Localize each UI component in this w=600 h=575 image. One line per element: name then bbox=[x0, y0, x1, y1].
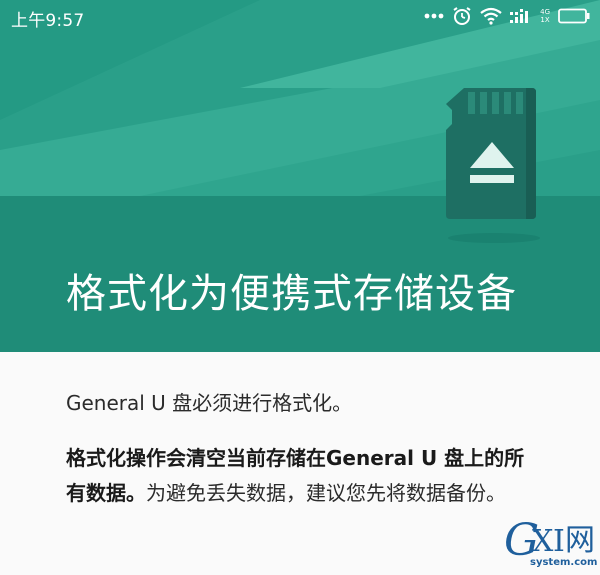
watermark-x: X bbox=[532, 524, 554, 559]
status-time: 上午9:57 bbox=[11, 11, 85, 31]
warning-text: 格式化操作会清空当前存储在General U 盘上的所有数据。为避免丢失数据，建… bbox=[66, 441, 544, 511]
warning-normal-text: 为避免丢失数据，建议您先将数据备份。 bbox=[146, 481, 506, 505]
hero-banner: 格式化为便携式存储设备 bbox=[0, 0, 600, 352]
sd-card-eject-icon bbox=[446, 88, 540, 243]
watermark-cn: 网 bbox=[565, 523, 595, 558]
wifi-icon bbox=[480, 7, 502, 25]
status-icons: 4G 1X bbox=[416, 5, 590, 27]
battery-icon bbox=[558, 8, 590, 24]
format-description: General U 盘必须进行格式化。 格式化操作会清空当前存储在General… bbox=[66, 388, 546, 511]
more-notifications-icon bbox=[424, 13, 444, 19]
watermark-i: I bbox=[553, 524, 565, 559]
intro-text: General U 盘必须进行格式化。 bbox=[66, 391, 353, 415]
page-title: 格式化为便携式存储设备 bbox=[66, 271, 517, 317]
network-type-label: 4G 1X bbox=[540, 8, 550, 24]
watermark-logo: G X I 网 system.com bbox=[504, 519, 598, 571]
cellular-signal-icon bbox=[510, 9, 529, 23]
watermark-domain: system.com bbox=[530, 557, 598, 568]
alarm-clock-icon bbox=[453, 7, 471, 25]
network-type-bottom: 1X bbox=[540, 16, 550, 24]
status-bar: 上午9:57 4G 1X bbox=[0, 0, 600, 34]
sd-card-illustration bbox=[436, 80, 546, 249]
network-type-top: 4G bbox=[540, 8, 550, 16]
